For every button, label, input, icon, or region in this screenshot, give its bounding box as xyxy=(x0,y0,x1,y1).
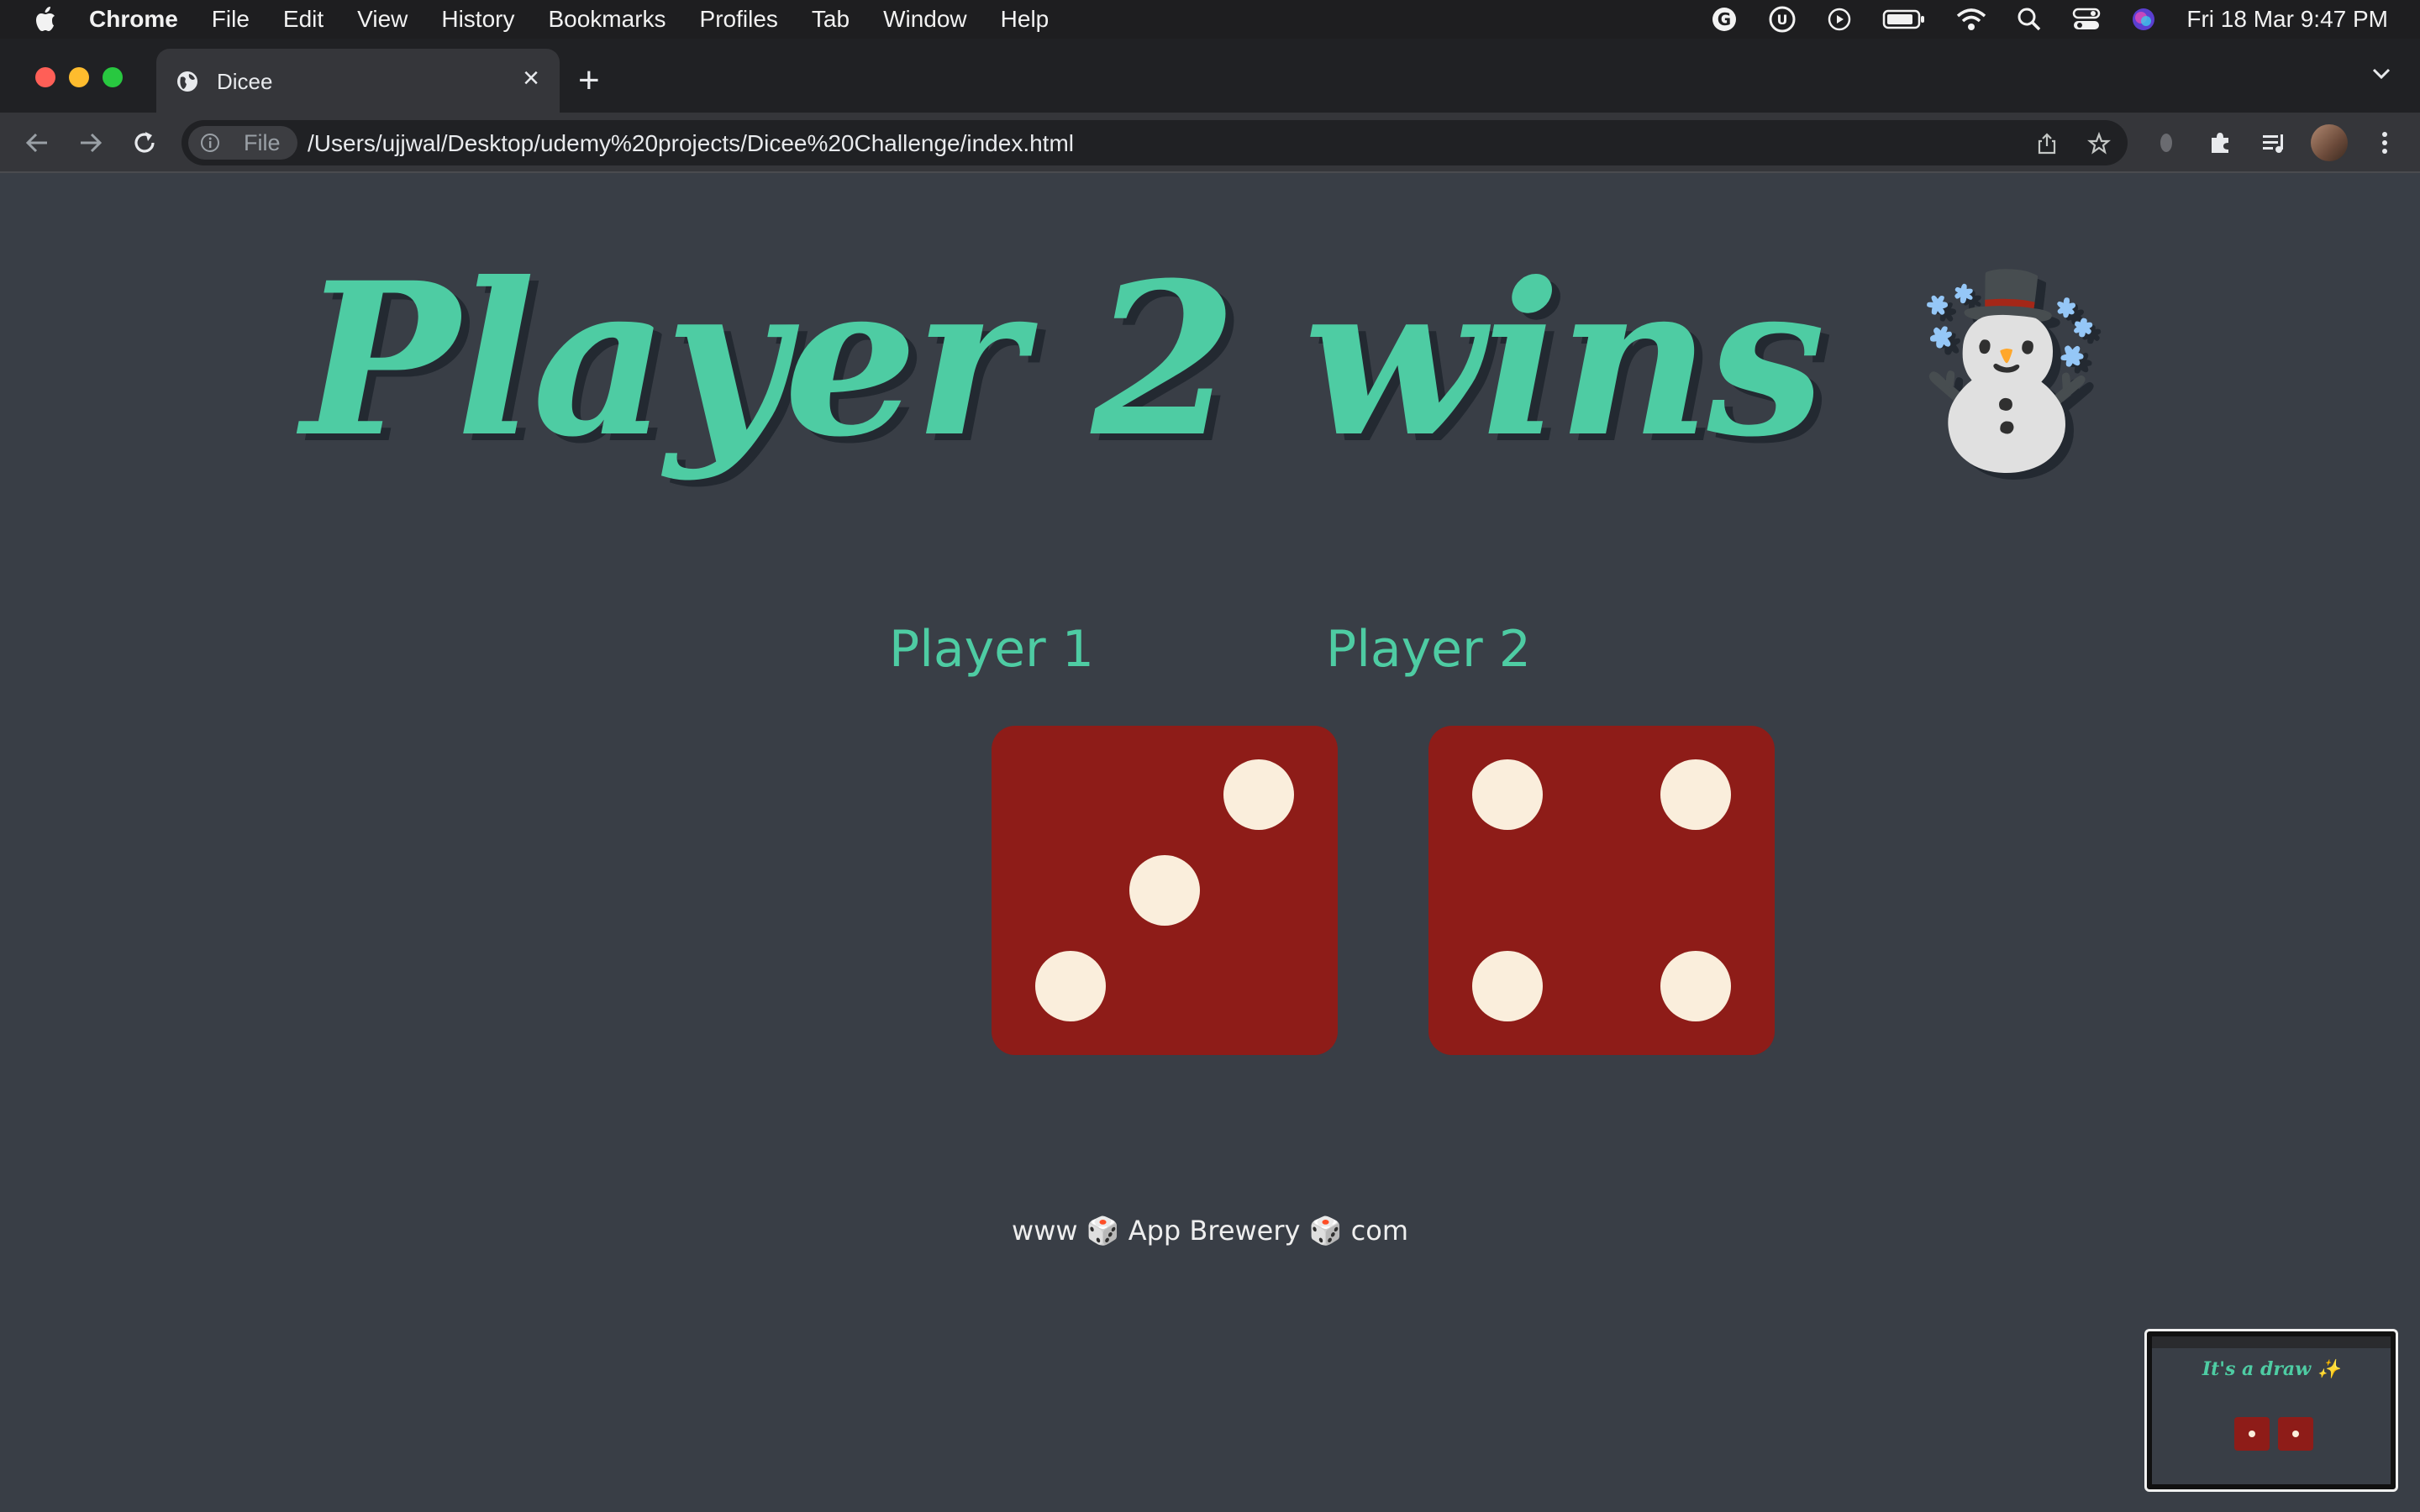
macos-menu-bar: Chrome File Edit View History Bookmarks … xyxy=(0,0,2420,39)
menu-clock[interactable]: Fri 18 Mar 9:47 PM xyxy=(2186,6,2388,33)
footer-brand: App Brewery xyxy=(1128,1215,1301,1247)
menu-window[interactable]: Window xyxy=(883,6,967,33)
menu-history[interactable]: History xyxy=(441,6,514,33)
tab-search-chevron-icon[interactable] xyxy=(2371,67,2391,81)
page-content: Player 2 wins ☃️ Player 1 Player 2 www 🎲… xyxy=(0,175,2420,1512)
site-info-chip[interactable]: File xyxy=(188,126,297,160)
extension-icon[interactable] xyxy=(2153,129,2180,156)
spotlight-search-icon[interactable] xyxy=(2017,7,2042,32)
dice-icon: 🎲 xyxy=(1086,1215,1120,1247)
player-1-label: Player 1 xyxy=(889,620,1094,679)
media-controls-icon[interactable] xyxy=(2260,129,2287,156)
menu-profiles[interactable]: Profiles xyxy=(700,6,778,33)
die-pip xyxy=(1660,951,1731,1021)
extensions-puzzle-icon[interactable] xyxy=(2207,129,2233,156)
forward-arrow-icon[interactable] xyxy=(76,128,106,158)
screenshot-thumbnail[interactable]: It's a draw ✨ xyxy=(2144,1329,2398,1492)
site-info-label: File xyxy=(244,130,281,155)
tab-title: Dicee xyxy=(217,69,273,94)
menu-help[interactable]: Help xyxy=(1001,6,1050,33)
thumbnail-die-2 xyxy=(2278,1417,2313,1451)
reload-icon[interactable] xyxy=(129,128,160,158)
control-center-icon[interactable] xyxy=(2072,7,2101,32)
grammarly-icon[interactable]: G xyxy=(1711,6,1738,33)
player-2-column: Player 2 xyxy=(1255,612,1775,1055)
siri-icon[interactable] xyxy=(2131,7,2156,32)
menu-bookmarks[interactable]: Bookmarks xyxy=(548,6,666,33)
apple-menu-icon[interactable] xyxy=(32,5,57,34)
more-menu-icon[interactable] xyxy=(2371,129,2398,156)
menu-edit[interactable]: Edit xyxy=(283,6,324,33)
player-1-column: Player 1 xyxy=(818,612,1338,1055)
svg-text:G: G xyxy=(1718,9,1731,29)
player-1-die-icon xyxy=(992,726,1338,1055)
profile-avatar[interactable] xyxy=(2311,124,2348,161)
bookmark-star-icon[interactable] xyxy=(2087,132,2111,155)
footer-www: www xyxy=(1012,1215,1078,1247)
svg-text:U: U xyxy=(1777,12,1788,28)
menu-app-name[interactable]: Chrome xyxy=(89,6,178,33)
play-icon[interactable] xyxy=(1827,7,1852,32)
tab-close-button[interactable]: × xyxy=(523,64,539,92)
result-heading: Player 2 wins ☃️ xyxy=(0,242,2420,486)
wifi-icon[interactable] xyxy=(1956,8,1986,31)
menu-file[interactable]: File xyxy=(212,6,250,33)
window-minimize-button[interactable] xyxy=(69,67,89,87)
url-text[interactable]: /Users/ujjwal/Desktop/udemy%20projects/D… xyxy=(308,130,1074,157)
globe-icon xyxy=(177,71,197,92)
die-pip xyxy=(1472,951,1543,1021)
share-icon[interactable] xyxy=(2035,132,2059,155)
dice-icon: 🎲 xyxy=(1308,1215,1343,1247)
player-2-label: Player 2 xyxy=(1326,620,1531,679)
player-2-die-icon xyxy=(1428,726,1775,1055)
thumbnail-die-1 xyxy=(2234,1417,2270,1451)
menu-tab[interactable]: Tab xyxy=(812,6,850,33)
die-pip xyxy=(1129,855,1200,926)
snowman-icon: ☃️ xyxy=(1891,260,2122,477)
die-pip xyxy=(1660,759,1731,830)
die-pip xyxy=(1223,759,1294,830)
thumbnail-screen: It's a draw ✨ xyxy=(2152,1336,2391,1484)
die-pip xyxy=(1035,951,1106,1021)
browser-tab-dicee[interactable]: Dicee × xyxy=(156,49,560,113)
new-tab-button[interactable]: + xyxy=(578,62,600,99)
window-close-button[interactable] xyxy=(35,67,55,87)
battery-icon[interactable] xyxy=(1882,8,1926,30)
footer-com: com xyxy=(1350,1215,1408,1247)
die-pip xyxy=(1472,759,1543,830)
footer-credit: www 🎲 App Brewery 🎲 com xyxy=(0,1215,2420,1247)
back-arrow-icon[interactable] xyxy=(22,128,52,158)
menu-view[interactable]: View xyxy=(357,6,408,33)
thumbnail-heading: It's a draw ✨ xyxy=(2202,1358,2341,1380)
thumbnail-toolbar xyxy=(2152,1336,2391,1348)
address-bar[interactable]: File /Users/ujjwal/Desktop/udemy%20proje… xyxy=(182,120,2128,165)
result-heading-text: Player 2 wins xyxy=(301,236,1826,483)
info-icon xyxy=(201,134,219,152)
browser-toolbar: File /Users/ujjwal/Desktop/udemy%20proje… xyxy=(0,113,2420,173)
window-zoom-button[interactable] xyxy=(103,67,123,87)
upwork-icon[interactable]: U xyxy=(1768,6,1797,33)
